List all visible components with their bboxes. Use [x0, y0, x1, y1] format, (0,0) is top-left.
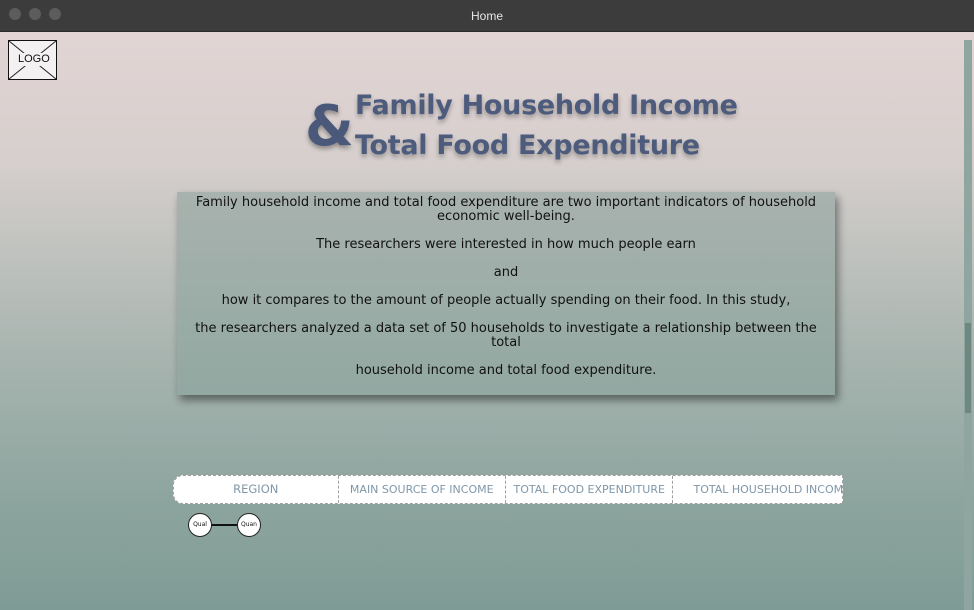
tab-main-source-of-income[interactable]: MAIN SOURCE OF INCOME — [339, 476, 506, 503]
page-title-line-2: Total Food Expenditure — [355, 130, 700, 161]
page-content: LOGO & Family Household Income Total Foo… — [0, 32, 974, 610]
intro-paragraph: household income and total food expendit… — [355, 363, 657, 378]
qual-node[interactable]: Qual — [188, 513, 212, 537]
logo-label: LOGO — [16, 53, 52, 66]
intro-paragraph: the researchers analyzed a data set of 5… — [195, 321, 817, 350]
window-titlebar: Home — [0, 0, 974, 32]
window-title: Home — [470, 9, 503, 23]
quan-node[interactable]: Quan — [237, 513, 261, 537]
logo[interactable]: LOGO — [8, 40, 57, 80]
tab-region[interactable]: REGION — [174, 476, 339, 503]
vertical-scrollbar[interactable] — [964, 40, 972, 610]
intro-card: Family household income and total food e… — [177, 192, 835, 395]
intro-paragraph: Family household income and total food e… — [195, 195, 817, 224]
intro-paragraph: how it compares to the amount of people … — [221, 293, 791, 308]
tab-total-food-expenditure[interactable]: TOTAL FOOD EXPENDITURE — [506, 476, 674, 503]
scrollbar-thumb[interactable] — [965, 323, 971, 413]
intro-paragraph: The researchers were interested in how m… — [316, 237, 696, 252]
intro-paragraph: and — [493, 265, 519, 280]
tab-total-household-income[interactable]: TOTAL HOUSEHOLD INCOME — [673, 476, 842, 503]
page-title-line-1: Family Household Income — [355, 90, 738, 121]
legend-connector — [211, 524, 238, 526]
heading-ampersand: & — [305, 94, 354, 159]
variable-tabs: REGION MAIN SOURCE OF INCOME TOTAL FOOD … — [173, 475, 843, 504]
